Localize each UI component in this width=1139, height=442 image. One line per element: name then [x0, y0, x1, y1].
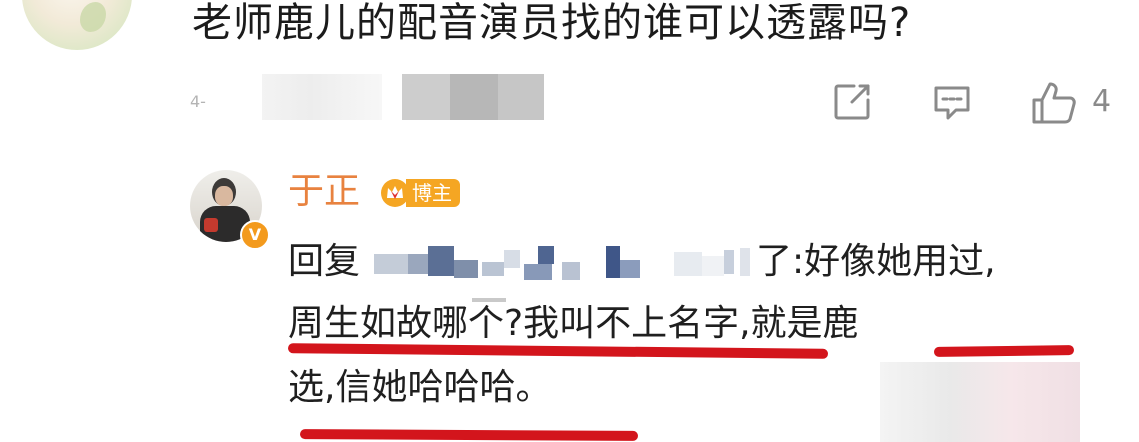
avatar-illustration — [80, 2, 106, 32]
share-icon — [834, 84, 870, 120]
weibo-comment-screenshot: 老师鹿儿的配音演员找的谁可以透露吗? 4- 4 V 于正 博主 回复 了:好像她… — [0, 0, 1139, 442]
reply-text-line2: 周生如故哪个?我叫不上名字,就是鹿 — [288, 303, 859, 344]
comment-text: 老师鹿儿的配音演员找的谁可以透露吗? — [192, 0, 912, 46]
redacted-info — [498, 74, 544, 120]
comment-icon — [934, 86, 970, 120]
blogger-badge-label: 博主 — [406, 179, 460, 207]
redacted-info — [262, 74, 382, 120]
reply-username[interactable]: 于正 — [288, 170, 360, 214]
like-button[interactable] — [1030, 80, 1076, 124]
avatar-face — [215, 186, 233, 206]
redacted-info — [450, 74, 498, 120]
avatar-red-object — [204, 218, 218, 232]
reply-mid: 了 — [756, 241, 793, 282]
reply-prefix: 回复 — [288, 241, 361, 282]
thumbs-up-icon — [1032, 82, 1076, 124]
reply-text-line3: 选,信她哈哈哈。 — [288, 367, 552, 408]
verified-badge: V — [240, 220, 270, 250]
comment-button[interactable] — [930, 80, 974, 124]
like-count: 4 — [1092, 84, 1112, 119]
blurred-corner — [880, 362, 1080, 442]
red-underline-annotation — [933, 345, 1075, 357]
share-button[interactable] — [830, 80, 874, 124]
commenter-avatar[interactable] — [22, 0, 132, 50]
reply-text-line1: 了:好像她用过, — [756, 240, 996, 284]
redacted-info — [402, 74, 450, 120]
red-underline-annotation — [299, 429, 639, 441]
blogger-badge: 博主 — [380, 178, 460, 208]
comment-time: 4- — [190, 92, 206, 111]
reply-tail: :好像她用过, — [792, 241, 996, 282]
